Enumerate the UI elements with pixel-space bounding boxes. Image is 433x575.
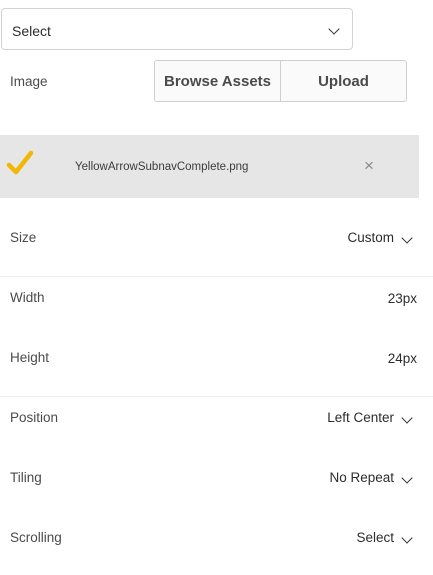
close-icon[interactable]: × xyxy=(364,156,374,176)
height-label: Height xyxy=(10,350,50,365)
top-select-value: Select xyxy=(12,23,51,39)
top-select-dropdown[interactable]: Select xyxy=(1,8,353,50)
size-label: Size xyxy=(10,230,37,245)
chevron-down-icon xyxy=(328,23,340,35)
tiling-value: No Repeat xyxy=(329,470,394,485)
width-label: Width xyxy=(10,290,45,305)
position-dropdown[interactable]: Left Center xyxy=(327,410,413,425)
size-dropdown[interactable]: Custom xyxy=(347,230,413,245)
scrolling-value: Select xyxy=(356,530,394,545)
image-source-button-group: Browse Assets Upload xyxy=(154,60,407,102)
chevron-down-icon xyxy=(401,412,413,424)
scrolling-dropdown[interactable]: Select xyxy=(356,530,413,545)
position-value: Left Center xyxy=(327,410,394,425)
size-value: Custom xyxy=(347,230,394,245)
divider xyxy=(0,276,433,277)
width-value[interactable]: 23px xyxy=(388,291,417,306)
chevron-down-icon xyxy=(401,532,413,544)
file-name: YellowArrowSubnavComplete.png xyxy=(75,161,249,173)
upload-button[interactable]: Upload xyxy=(280,61,406,101)
position-label: Position xyxy=(10,410,59,425)
chevron-down-icon xyxy=(401,232,413,244)
chevron-down-icon xyxy=(401,472,413,484)
browse-assets-button[interactable]: Browse Assets xyxy=(155,61,280,101)
tiling-label: Tiling xyxy=(10,470,42,485)
check-icon xyxy=(6,150,34,175)
divider xyxy=(0,396,433,397)
tiling-dropdown[interactable]: No Repeat xyxy=(329,470,413,485)
selected-file-row: YellowArrowSubnavComplete.png × xyxy=(0,135,419,198)
image-label: Image xyxy=(10,74,48,89)
scrolling-label: Scrolling xyxy=(10,530,62,545)
height-value[interactable]: 24px xyxy=(388,351,417,366)
